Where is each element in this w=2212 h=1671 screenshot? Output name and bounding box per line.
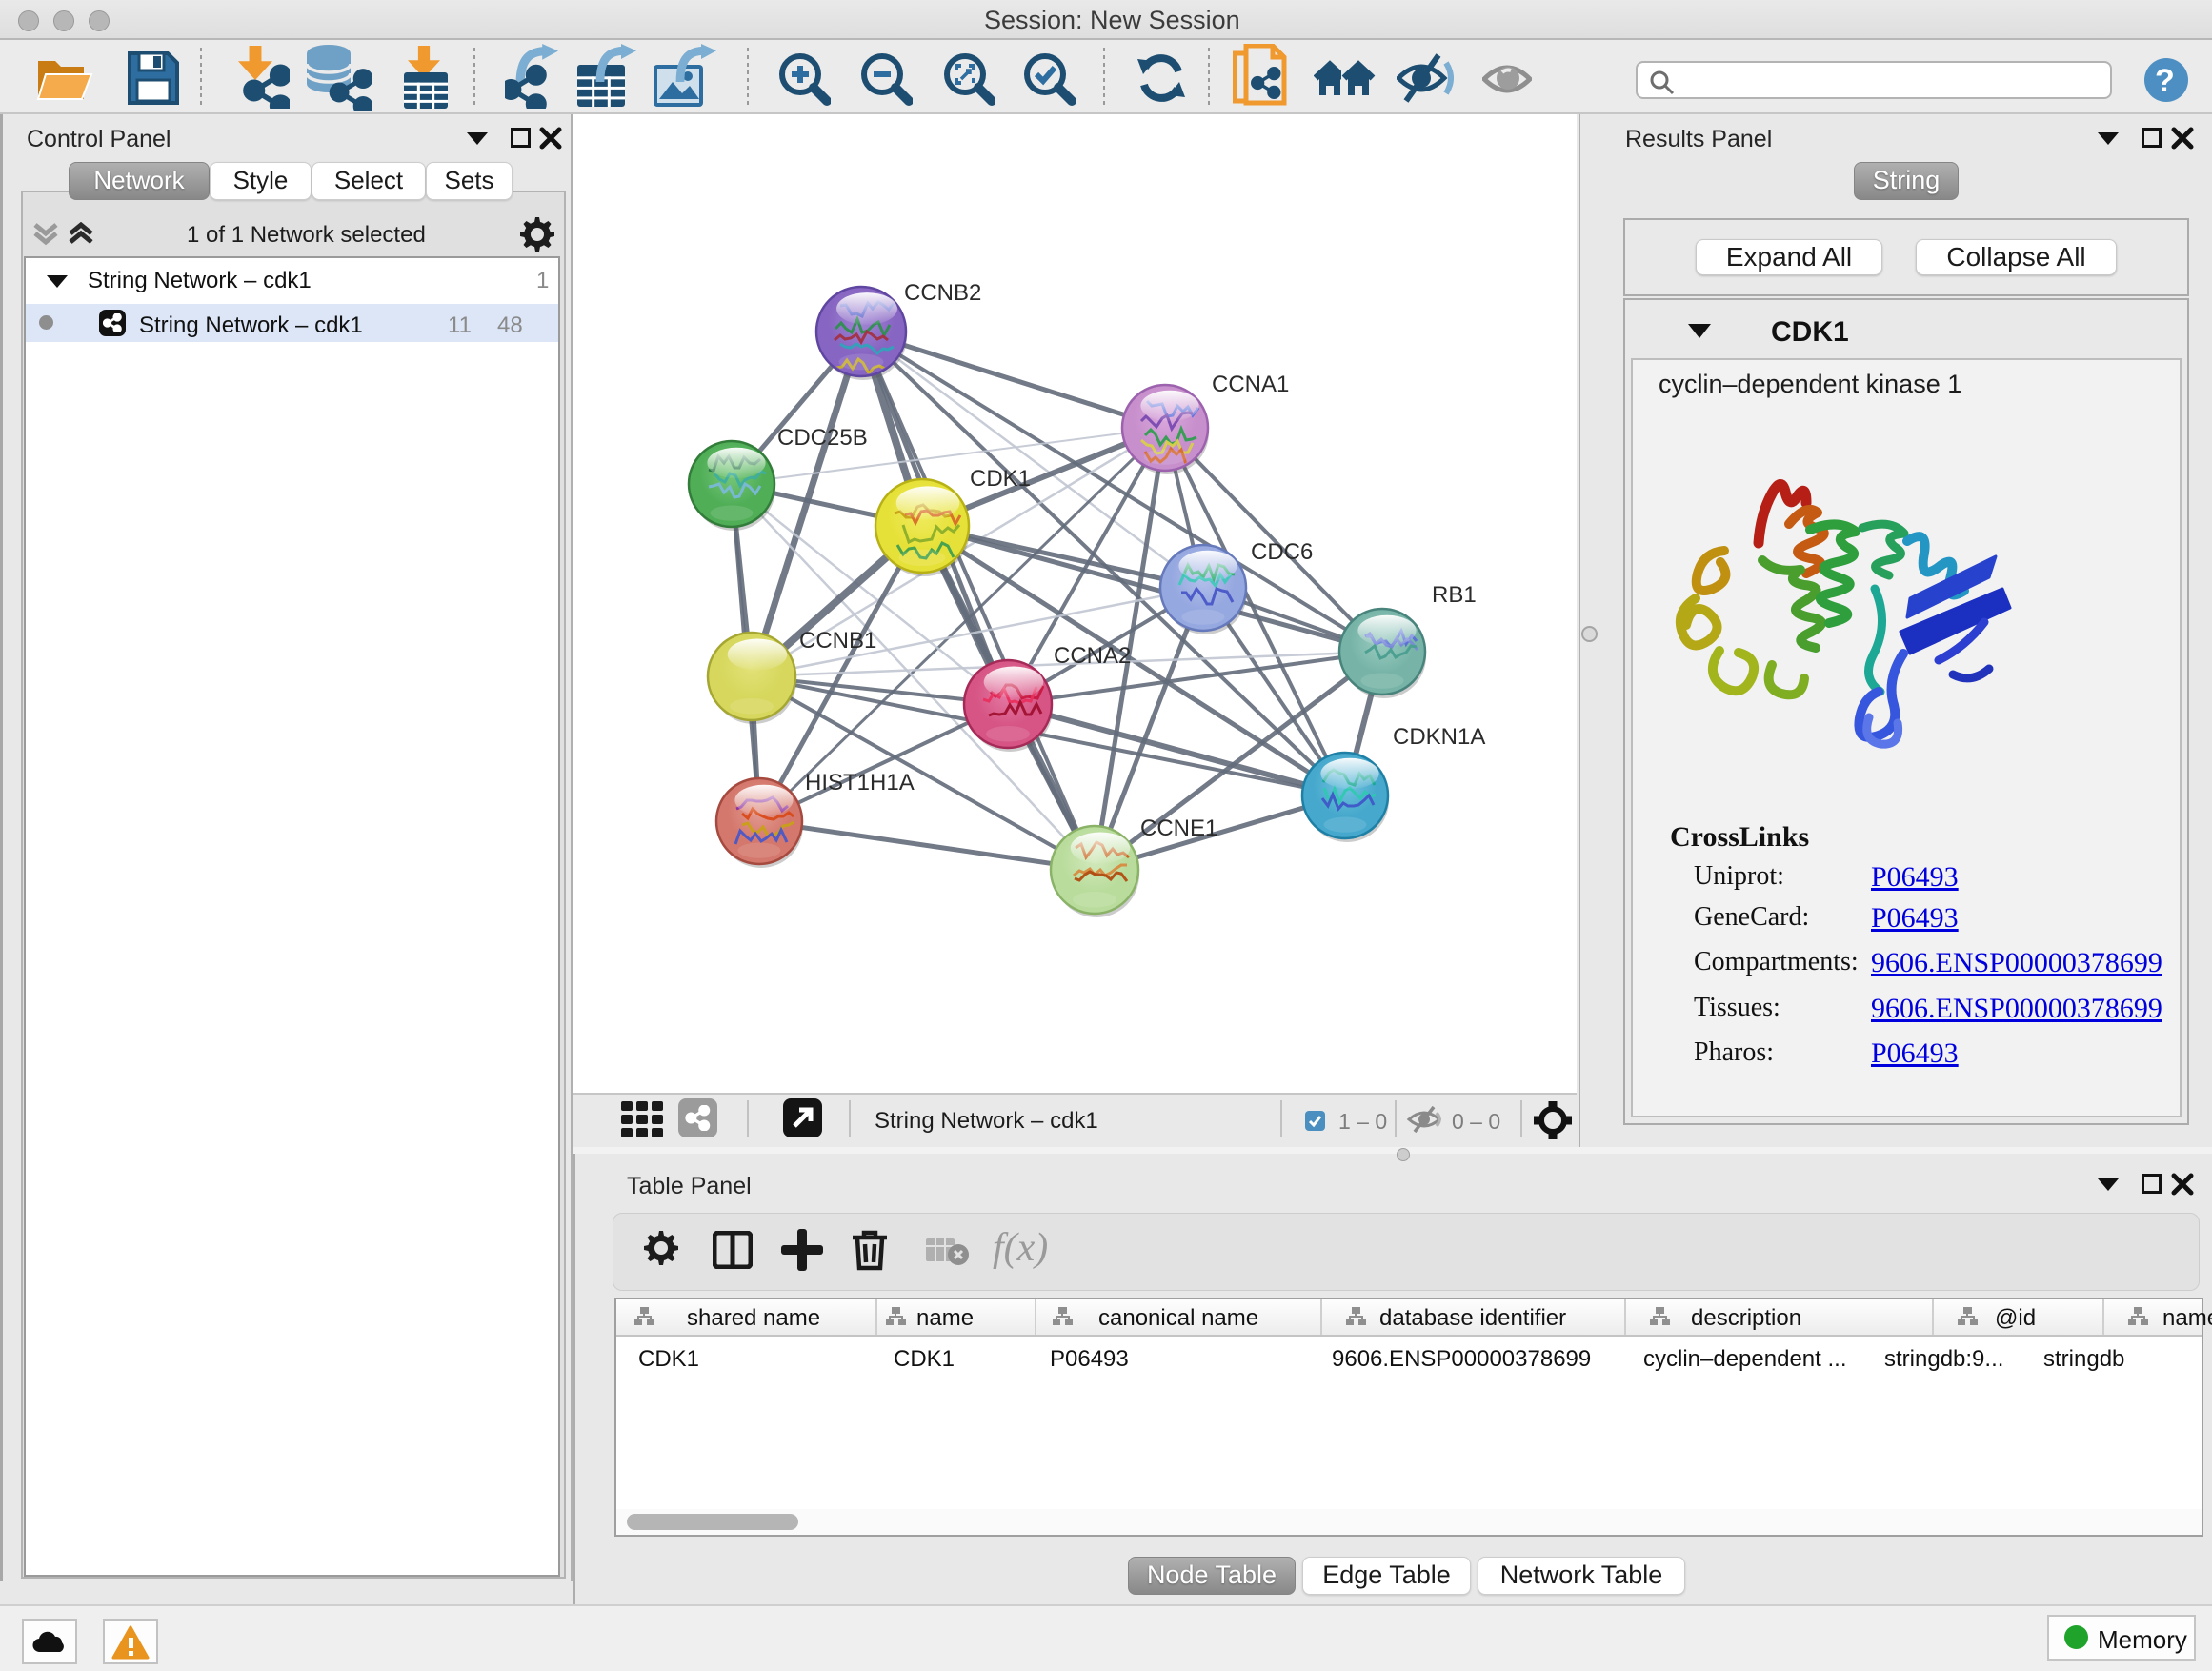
svg-text:CDKN1A: CDKN1A bbox=[1393, 724, 1485, 750]
svg-text:CDK1: CDK1 bbox=[970, 466, 1031, 492]
svg-text:RB1: RB1 bbox=[1432, 582, 1477, 608]
svg-text:CDC6: CDC6 bbox=[1251, 539, 1313, 565]
svg-text:CCNE1: CCNE1 bbox=[1140, 815, 1217, 841]
svg-text:HIST1H1A: HIST1H1A bbox=[805, 770, 915, 795]
svg-text:CCNB2: CCNB2 bbox=[904, 280, 981, 306]
svg-text:CDC25B: CDC25B bbox=[777, 425, 868, 451]
svg-text:CCNB1: CCNB1 bbox=[799, 628, 876, 654]
svg-text:CCNA1: CCNA1 bbox=[1212, 372, 1289, 397]
svg-text:CCNA2: CCNA2 bbox=[1054, 643, 1131, 669]
